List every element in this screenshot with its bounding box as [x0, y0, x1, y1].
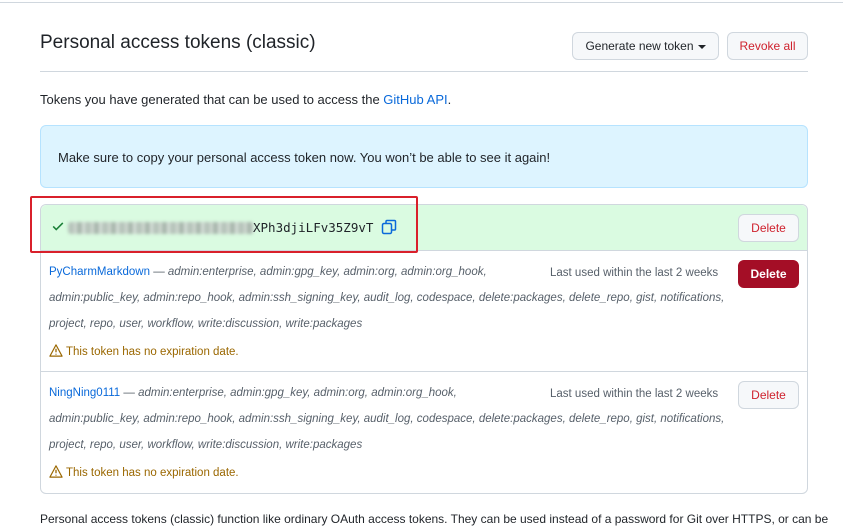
alert-icon — [49, 465, 63, 478]
revoke-all-button[interactable]: Revoke all — [727, 32, 808, 60]
alert-icon — [49, 344, 63, 357]
delete-token-button[interactable]: Delete — [738, 381, 799, 409]
token-masked-value — [68, 222, 254, 234]
token-scopes-line: NingNing0111 — admin:enterprise, admin:g… — [49, 387, 457, 399]
warning-text: This token has no expiration date. — [66, 346, 239, 358]
scopes-line-1: admin:enterprise, admin:gpg_key, admin:o… — [138, 387, 457, 399]
token-scopes-line: PyCharmMarkdown — admin:enterprise, admi… — [49, 266, 487, 278]
title-divider — [40, 71, 808, 72]
scopes-line-3: project, repo, user, workflow, write:dis… — [49, 318, 363, 330]
token-row: PyCharmMarkdown — admin:enterprise, admi… — [41, 251, 807, 372]
expiration-warning: This token has no expiration date. — [49, 344, 239, 358]
copy-icon[interactable] — [381, 219, 397, 235]
scopes-line-2: admin:public_key, admin:repo_hook, admin… — [49, 292, 725, 304]
intro-suffix: . — [447, 92, 452, 107]
delete-new-token-button[interactable]: Delete — [738, 214, 799, 242]
generate-new-token-button[interactable]: Generate new token — [572, 32, 719, 60]
token-value[interactable]: XPh3djiLFv35Z9vT — [253, 220, 373, 235]
dash: — — [153, 266, 165, 278]
top-divider — [0, 2, 843, 3]
footer-description: Personal access tokens (classic) functio… — [40, 512, 829, 526]
delete-token-button[interactable]: Delete — [738, 260, 799, 288]
caret-down-icon — [697, 44, 706, 49]
warning-text: This token has no expiration date. — [66, 467, 239, 479]
token-list: XPh3djiLFv35Z9vT Delete PyCharmMarkdown … — [40, 204, 808, 494]
scopes-line-1: admin:enterprise, admin:gpg_key, admin:o… — [167, 266, 487, 278]
flash-notice: Make sure to copy your personal access t… — [40, 125, 808, 188]
generate-new-token-label: Generate new token — [585, 39, 694, 53]
last-used-text: Last used within the last 2 weeks — [550, 267, 719, 279]
last-used-text: Last used within the last 2 weeks — [550, 388, 719, 400]
check-icon — [52, 222, 64, 231]
scopes-line-3: project, repo, user, workflow, write:dis… — [49, 439, 363, 451]
page-title: Personal access tokens (classic) — [40, 32, 316, 53]
github-api-link[interactable]: GitHub API — [383, 92, 447, 107]
token-name-link[interactable]: NingNing0111 — [49, 387, 120, 399]
expiration-warning: This token has no expiration date. — [49, 465, 239, 479]
flash-message: Make sure to copy your personal access t… — [58, 150, 551, 165]
scopes-line-2: admin:public_key, admin:repo_hook, admin… — [49, 413, 725, 425]
token-name-link[interactable]: PyCharmMarkdown — [49, 266, 150, 278]
dash: — — [123, 387, 135, 399]
token-row: NingNing0111 — admin:enterprise, admin:g… — [41, 372, 807, 493]
new-token-row: XPh3djiLFv35Z9vT Delete — [41, 205, 807, 251]
intro-text-body: Tokens you have generated that can be us… — [40, 92, 384, 107]
intro-text: Tokens you have generated that can be us… — [40, 92, 451, 107]
